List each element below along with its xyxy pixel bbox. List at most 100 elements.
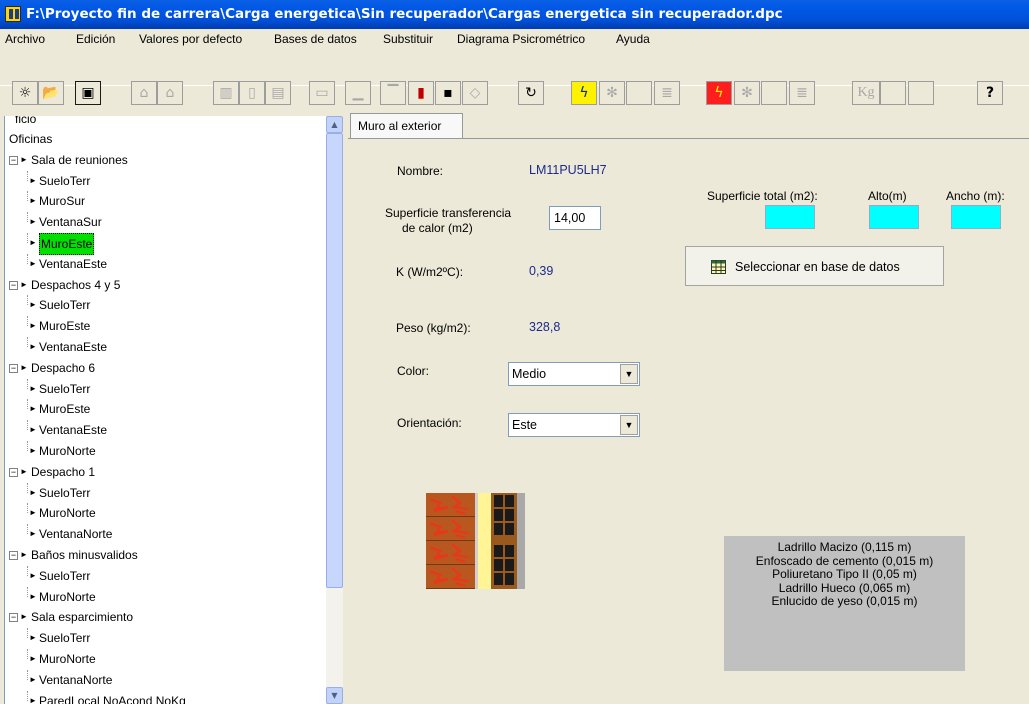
orientacion-label: Orientación: — [397, 416, 462, 430]
arrow-icon: ► — [29, 404, 37, 414]
floor-icon[interactable]: ▁ — [345, 81, 371, 105]
tree-item-label: MuroSur — [39, 194, 86, 209]
arrow-icon: ► — [29, 342, 37, 351]
alto-field[interactable] — [869, 205, 919, 229]
menu-ayuda[interactable]: Ayuda — [616, 29, 650, 49]
superficie-total-field[interactable] — [765, 205, 815, 229]
layers-panel: Ladrillo Macizo (0,115 m) Enfoscado de c… — [724, 536, 965, 671]
superficie-input[interactable]: 14,00 — [549, 206, 601, 230]
tree-item-label: MuroEste — [39, 319, 91, 334]
lightning-icon[interactable]: ϟ — [571, 81, 597, 105]
tree-group-label: Baños minusvalidos — [31, 548, 138, 562]
select-database-label: Seleccionar en base de datos — [735, 260, 900, 274]
title-bar: F:\Proyecto fin de carrera\Carga energet… — [0, 0, 1029, 29]
grid-table-icon — [711, 260, 726, 274]
menu-diagrama-psicrometrico[interactable]: Diagrama Psicrométrico — [457, 29, 585, 49]
tree-item-label: SueloTerr — [39, 381, 91, 396]
collapse-icon[interactable]: − — [9, 613, 18, 623]
arrow-icon: ► — [20, 279, 28, 289]
wall-section-icon — [426, 493, 525, 589]
fan-icon-2[interactable]: ✻ — [734, 81, 760, 105]
collapse-icon[interactable]: − — [9, 363, 18, 373]
tree-item-label: SueloTerr — [39, 485, 91, 500]
wall-icon[interactable]: ▥ — [213, 81, 239, 105]
menu-archivo[interactable]: Archivo — [5, 29, 45, 49]
door-icon[interactable]: ▮ — [408, 81, 434, 105]
arrow-icon: ► — [29, 300, 37, 310]
tree-item-label: VentanaEste — [39, 423, 108, 438]
scroll-thumb[interactable] — [326, 133, 343, 588]
menu-bar: Archivo Edición Valores por defecto Base… — [0, 29, 1029, 49]
arrow-icon: ► — [20, 154, 28, 164]
lightning-red-icon[interactable]: ϟ — [706, 81, 732, 105]
window-title: F:\Proyecto fin de carrera\Carga energet… — [26, 6, 783, 22]
layer-item: Enfoscado de cemento (0,015 m) — [755, 553, 934, 568]
menu-bases-datos[interactable]: Bases de datos — [274, 29, 357, 49]
blank-button[interactable] — [626, 81, 652, 105]
scroll-down-icon[interactable]: ▼ — [326, 687, 343, 704]
tree-group-label: Despacho 1 — [31, 464, 96, 479]
blank-button-2[interactable] — [761, 81, 787, 105]
arrow-icon: ► — [20, 550, 28, 559]
chevron-down-icon[interactable]: ▼ — [620, 364, 638, 384]
window-icon[interactable]: ▭ — [309, 81, 335, 105]
k-label: K (W/m2ºC): — [396, 265, 464, 279]
arrow-icon: ► — [29, 217, 37, 227]
superficie-label-1: Superficie transferencia — [385, 206, 512, 220]
ancho-label: Ancho (m): — [946, 189, 1005, 203]
column-icon[interactable]: ▯ — [239, 81, 265, 105]
house-icon[interactable]: ⌂ — [157, 81, 183, 105]
arrow-icon: ► — [29, 591, 37, 601]
arrow-icon: ► — [20, 612, 28, 622]
color-select[interactable]: Medio ▼ — [508, 362, 640, 386]
peso-value: 328,8 — [529, 320, 561, 334]
arrow-icon: ► — [29, 674, 37, 684]
save-icon[interactable]: ▣ — [75, 81, 101, 105]
color-select-value: Medio — [512, 367, 547, 381]
menu-edicion[interactable]: Edición — [76, 29, 115, 49]
chip-icon[interactable]: ▪ — [435, 81, 461, 105]
arrow-icon: ► — [29, 175, 37, 185]
menu-valores-defecto[interactable]: Valores por defecto — [139, 29, 242, 49]
tree-scrollbar[interactable]: ▲ ▼ — [326, 116, 343, 704]
refresh-icon[interactable]: ↻ — [518, 81, 544, 105]
document-icon[interactable]: ≣ — [654, 81, 680, 105]
arrow-icon: ► — [29, 695, 37, 704]
building-icon[interactable]: ⌂ — [131, 81, 157, 105]
color-label: Color: — [397, 364, 430, 378]
arrow-icon: ► — [20, 362, 28, 372]
new-icon[interactable]: ☼ — [12, 81, 38, 105]
collapse-icon[interactable]: − — [9, 280, 18, 290]
tree-item-label: MuroNorte — [39, 444, 96, 458]
collapse-icon[interactable]: − — [9, 155, 18, 165]
diamond-icon[interactable]: ◇ — [462, 81, 488, 105]
blank-button-4[interactable] — [908, 81, 934, 105]
tree-view[interactable]: ficio Oficinas − ► Sala de reuniones ► Suelo… — [4, 116, 343, 704]
tree-building[interactable]: Oficinas — [9, 129, 52, 149]
fan-icon[interactable]: ✻ — [599, 81, 625, 105]
menu-substituir[interactable]: Substituir — [383, 29, 433, 49]
ceiling-icon[interactable]: ▔ — [380, 81, 406, 105]
scroll-up-icon[interactable]: ▲ — [326, 116, 343, 133]
tree-item-label: ParedLocal NoAcond NoKg — [39, 693, 186, 704]
blank-button-3[interactable] — [880, 81, 906, 105]
tree-group-label: Sala esparcimiento — [31, 610, 134, 625]
collapse-icon[interactable]: − — [9, 551, 18, 560]
arrow-icon: ► — [29, 570, 37, 580]
tab-muro-exterior[interactable]: Muro al exterior — [350, 113, 463, 139]
alto-label: Alto(m) — [868, 189, 907, 203]
panel-icon[interactable]: ▤ — [265, 81, 291, 105]
nombre-value: LM11PU5LH7 — [529, 163, 607, 177]
kg-icon[interactable]: Kg — [852, 81, 880, 105]
help-icon[interactable]: ? — [977, 81, 1003, 105]
tree-item-label: SueloTerr — [39, 173, 91, 188]
tree-root[interactable]: ficio — [15, 116, 36, 129]
tree-item-label: MuroNorte — [39, 652, 96, 666]
select-database-button[interactable]: Seleccionar en base de datos — [685, 246, 944, 286]
document-icon-2[interactable]: ≣ — [789, 81, 815, 105]
open-folder-icon[interactable]: 📂 — [38, 81, 64, 105]
collapse-icon[interactable]: − — [9, 467, 18, 477]
ancho-field[interactable] — [951, 205, 1001, 229]
chevron-down-icon[interactable]: ▼ — [620, 415, 638, 435]
orientacion-select[interactable]: Este ▼ — [508, 413, 640, 437]
